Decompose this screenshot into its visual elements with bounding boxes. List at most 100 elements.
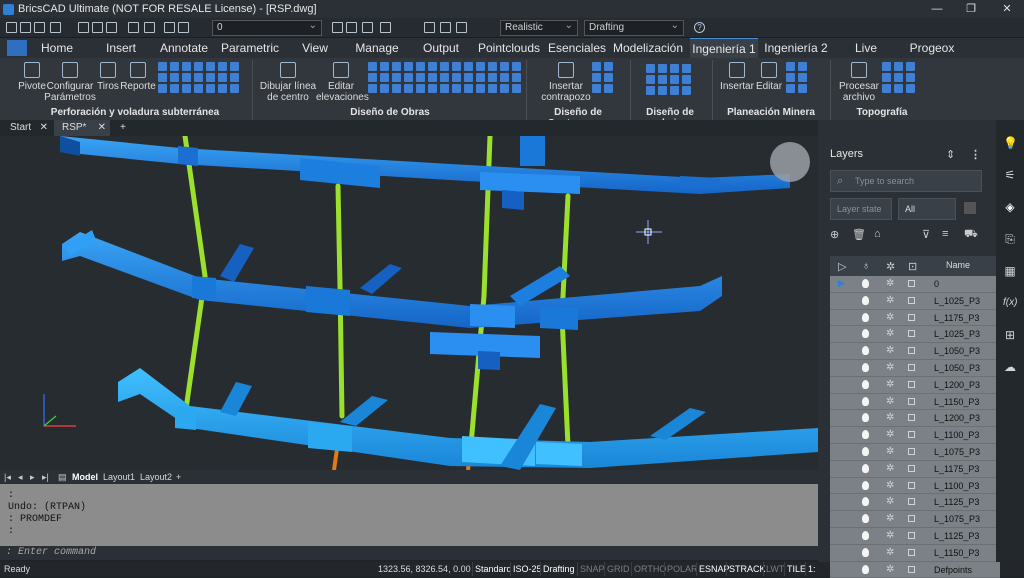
status-workspace[interactable]: Drafting (540, 562, 577, 576)
tab-layout1[interactable]: Layout1 (103, 470, 135, 484)
freeze-icon[interactable]: ✲ (886, 345, 894, 356)
more-options-icon[interactable]: ⋮ (970, 148, 981, 161)
editar-elevaciones-button[interactable]: Editar elevaciones (316, 62, 369, 103)
lightbulb-icon[interactable] (862, 531, 869, 540)
delete-layer-icon[interactable]: 🗑 (852, 228, 866, 241)
insertar-button[interactable]: Insertar (718, 62, 756, 92)
status-lwt[interactable]: LWT (763, 562, 786, 576)
new-icon[interactable] (6, 22, 17, 33)
last-layout-icon[interactable]: ▸| (42, 470, 49, 484)
freeze-icon[interactable]: ✲ (886, 362, 894, 373)
lightbulb-icon[interactable] (862, 497, 869, 507)
copy-icon[interactable] (106, 22, 117, 33)
freeze-icon[interactable]: ✲ (886, 564, 894, 575)
layer-row[interactable]: ✲ L_1100_P3 (830, 427, 1000, 444)
lightbulb-icon[interactable] (862, 295, 869, 305)
new-layer-icon[interactable]: ⊕ (830, 228, 839, 241)
status-grid[interactable]: GRID (604, 562, 632, 576)
name-column-header[interactable]: Name (946, 260, 970, 270)
lock-icon[interactable] (908, 364, 915, 371)
paperclip-icon[interactable]: ⎘ (1003, 232, 1017, 246)
cloud-upload-icon[interactable]: ☁ (1003, 360, 1017, 374)
layer-states-icon[interactable]: ≡ (942, 228, 948, 240)
editar-button[interactable]: Editar (754, 62, 784, 92)
layer-on-icon[interactable] (164, 22, 175, 33)
lightbulb-icon[interactable] (862, 480, 869, 490)
layer-row[interactable]: ✲ L_1100_P3 (830, 477, 1000, 495)
lock-icon[interactable] (908, 330, 915, 338)
rebajes-small-tools[interactable] (646, 64, 691, 95)
layer-row[interactable]: ✲ L_1175_P3 (830, 460, 1000, 478)
insertar-contrapozo-button[interactable]: Insertar contrapozo (536, 62, 596, 103)
status-ortho[interactable]: ORTHO (631, 562, 668, 576)
lightbulb-icon[interactable] (862, 413, 869, 423)
layer-row[interactable]: ✲ L_1125_P3 (830, 494, 1000, 512)
tab-insert[interactable]: Insert (100, 38, 142, 58)
tree-icon[interactable]: ⊞ (1003, 328, 1017, 342)
lock-icon[interactable] (908, 548, 915, 556)
status-text-style[interactable]: Standard (472, 562, 514, 576)
grid-icon[interactable]: ▦ (1003, 264, 1017, 278)
new-tab-button[interactable]: + (112, 120, 130, 136)
doc-tab-start[interactable]: Start ✕ (2, 120, 52, 136)
freeze-icon[interactable]: ✲ (886, 463, 894, 474)
freeze-icon[interactable]: ✲ (886, 312, 894, 323)
lock-icon[interactable] (908, 380, 915, 388)
reporte-button[interactable]: Reporte (120, 62, 156, 92)
close-button[interactable]: ✕ (990, 0, 1024, 18)
cut-icon[interactable] (92, 22, 103, 33)
freeze-icon[interactable]: ✲ (886, 530, 894, 541)
status-scale[interactable]: 1: (805, 562, 818, 576)
redo-icon[interactable] (144, 22, 155, 33)
tab-annotate[interactable]: Annotate (155, 38, 213, 58)
topografia-small-tools[interactable] (882, 62, 915, 93)
configurar-parametros-button[interactable]: Configurar Parámetros (44, 62, 96, 103)
planeacion-small-tools[interactable] (786, 62, 807, 93)
freeze-icon[interactable]: ✲ (886, 379, 894, 390)
lock-icon[interactable] (908, 414, 915, 422)
dibujar-linea-centro-button[interactable]: Dibujar línea de centro (258, 62, 318, 103)
lightbulb-icon[interactable] (862, 363, 869, 372)
visual-style-select[interactable]: Realistic (500, 19, 578, 36)
help-icon[interactable]: ? (694, 22, 705, 33)
layer-row[interactable]: ✲ L_1025_P3 (830, 326, 1000, 344)
layer-row[interactable]: ✲ L_1050_P3 (830, 343, 1000, 360)
color-icon[interactable] (346, 22, 357, 33)
status-strack[interactable]: STRACK (726, 562, 768, 576)
print-icon[interactable] (50, 22, 61, 33)
lock-icon[interactable] (908, 498, 915, 506)
minimize-button[interactable]: — (920, 0, 954, 18)
status-snap[interactable]: SNAP (577, 562, 607, 576)
close-icon[interactable]: ✕ (98, 120, 106, 136)
layer-row[interactable]: ✲ L_1075_P3 (830, 511, 1000, 528)
fx-icon[interactable]: f(x) (1003, 296, 1017, 310)
layer-row[interactable]: ✲ L_1175_P3 (830, 309, 1000, 327)
layer-freeze-icon[interactable] (178, 22, 189, 33)
lightbulb-icon[interactable] (862, 312, 869, 322)
freeze-icon[interactable]: ✲ (886, 295, 894, 306)
layer-search-box[interactable]: ⌕ Type to search (830, 170, 982, 192)
command-input[interactable]: : Enter command (0, 546, 818, 560)
layers-icon[interactable]: ◈ (1003, 200, 1017, 214)
lightbulb-icon[interactable] (862, 547, 869, 557)
add-layout-button[interactable]: + (176, 470, 181, 484)
collapse-icon[interactable]: ⇕ (946, 148, 955, 161)
layer-row[interactable]: ✲ L_1150_P3 (830, 544, 1000, 562)
save-icon[interactable] (34, 22, 45, 33)
perforacion-small-tools[interactable] (158, 62, 239, 93)
lineweight-icon[interactable] (380, 22, 391, 33)
freeze-icon[interactable]: ✲ (886, 547, 894, 558)
tab-home[interactable]: Home (36, 38, 78, 58)
tab-layout2[interactable]: Layout2 (140, 470, 172, 484)
tab-output[interactable]: Output (418, 38, 464, 58)
lock-icon[interactable] (908, 448, 915, 455)
lock-icon[interactable] (908, 280, 915, 287)
workspace-select[interactable]: Drafting (584, 19, 684, 36)
lightbulb-icon[interactable] (862, 346, 869, 356)
lightbulb-icon[interactable] (862, 379, 869, 389)
render-icon[interactable] (440, 22, 451, 33)
freeze-icon[interactable]: ✲ (886, 496, 894, 507)
next-layout-icon[interactable]: ▸ (30, 470, 35, 484)
snap-icon[interactable] (332, 22, 343, 33)
application-menu-button[interactable] (7, 40, 27, 56)
